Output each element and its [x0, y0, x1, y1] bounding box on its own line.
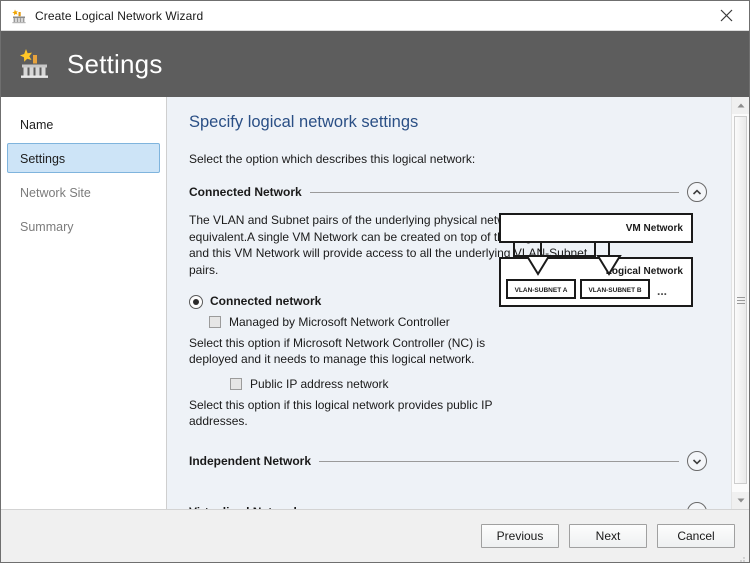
scrollbar-track[interactable] [732, 114, 749, 492]
cancel-button[interactable]: Cancel [657, 524, 735, 548]
title-bar: Create Logical Network Wizard [1, 1, 749, 31]
wizard-footer: Previous Next Cancel [1, 509, 749, 562]
radio-connected-network-label: Connected network [210, 294, 322, 308]
sidebar-item-settings[interactable]: Settings [7, 143, 160, 173]
chevron-down-icon[interactable] [687, 451, 707, 471]
section-header-connected-network[interactable]: Connected Network [189, 182, 709, 202]
checkbox-icon[interactable] [230, 378, 242, 390]
content-pane: Specify logical network settings Select … [167, 97, 749, 509]
intro-text: Select the option which describes this l… [189, 152, 476, 166]
section-title-connected-network: Connected Network [189, 185, 302, 199]
previous-button[interactable]: Previous [481, 524, 559, 548]
next-button[interactable]: Next [569, 524, 647, 548]
checkbox-public-ip-label: Public IP address network [250, 377, 389, 391]
network-wizard-icon [10, 7, 28, 25]
wizard-body: Name Settings Network Site Summary Speci… [1, 97, 749, 509]
sidebar-item-summary[interactable]: Summary [7, 211, 160, 241]
diagram-vm-network-label: VM Network [626, 223, 684, 234]
section-rule [309, 191, 679, 193]
window-title: Create Logical Network Wizard [35, 8, 204, 23]
section-rule [319, 460, 679, 462]
checkbox-managed-by-network-controller[interactable]: Managed by Microsoft Network Controller [209, 315, 709, 329]
section-title-independent-network: Independent Network [189, 454, 312, 468]
radio-icon[interactable] [189, 295, 203, 309]
diagram-subnet-a-label: VLAN-SUBNET A [515, 287, 568, 294]
wizard-window: Create Logical Network Wizard Settings N… [0, 0, 750, 563]
section-header-virtualized-network[interactable]: Virtualized Network [189, 502, 709, 509]
network-topology-diagram: VM Network Logical Network VLAN-SUBNET A… [497, 212, 695, 310]
settings-wizard-icon [17, 47, 53, 81]
page-title: Settings [67, 48, 163, 79]
sidebar-item-name[interactable]: Name [7, 109, 160, 139]
help-text-network-controller: Select this option if Microsoft Network … [189, 336, 486, 366]
close-icon[interactable] [704, 1, 749, 29]
diagram-ellipsis: ... [657, 284, 667, 298]
diagram-subnet-b-label: VLAN-SUBNET B [588, 287, 641, 294]
diagram-logical-network-label: Logical Network [606, 266, 684, 277]
scrollbar-thumb[interactable] [734, 116, 747, 484]
sidebar-item-network-site[interactable]: Network Site [7, 177, 160, 207]
checkbox-managed-label: Managed by Microsoft Network Controller [229, 315, 450, 329]
scroll-down-icon[interactable] [732, 492, 749, 509]
checkbox-public-ip-address-network[interactable]: Public IP address network [230, 377, 709, 391]
content-heading: Specify logical network settings [189, 113, 419, 131]
resize-grip-icon[interactable] [736, 550, 746, 562]
page-header-band: Settings [1, 31, 749, 97]
chevron-up-icon[interactable] [687, 182, 707, 202]
help-text-public-ip: Select this option if this logical netwo… [189, 398, 493, 428]
section-body-connected-network: VM Network Logical Network VLAN-SUBNET A… [189, 212, 709, 429]
content-scrollbar[interactable] [731, 97, 749, 509]
scroll-up-icon[interactable] [732, 97, 749, 114]
scrollbar-grip-icon [736, 295, 745, 306]
wizard-steps-sidebar: Name Settings Network Site Summary [1, 97, 167, 509]
section-header-independent-network[interactable]: Independent Network [189, 451, 709, 471]
chevron-down-icon[interactable] [687, 502, 707, 509]
checkbox-icon[interactable] [209, 316, 221, 328]
